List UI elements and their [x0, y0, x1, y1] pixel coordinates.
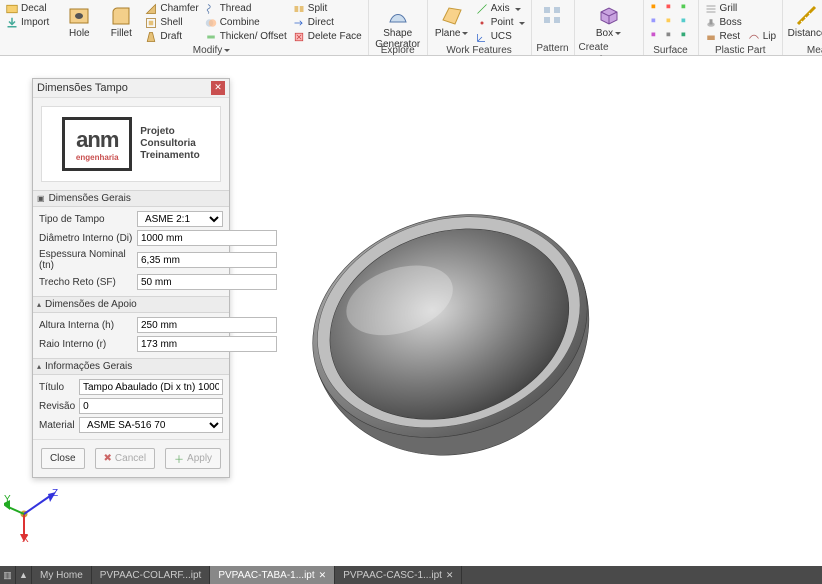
tabs-menu-icon[interactable]: ▥ [0, 566, 16, 584]
tipo-select[interactable]: ASME 2:1 [137, 211, 223, 227]
pattern-cmd[interactable] [536, 2, 570, 30]
svg-text:Z: Z [52, 488, 58, 499]
sf-input[interactable] [137, 274, 277, 290]
surface-cmd-2[interactable] [648, 16, 694, 30]
di-label: Diâmetro Interno (Di) [39, 233, 133, 244]
shell-cmd[interactable]: Shell [143, 16, 200, 30]
r-label: Raio Interno (r) [39, 339, 133, 350]
grill-cmd[interactable]: Grill [703, 2, 744, 16]
dialog-title-text: Dimensões Tampo [37, 82, 128, 94]
surface-cmd-1[interactable] [648, 2, 694, 16]
h-input[interactable] [137, 317, 277, 333]
brand-line: Treinamento [140, 150, 199, 162]
model-dished-head [300, 146, 600, 506]
cancel-button[interactable]: ✖Cancel [95, 448, 156, 469]
di-input[interactable] [137, 230, 277, 246]
import-cmd[interactable]: Import [4, 16, 51, 30]
close-button[interactable]: Close [41, 448, 85, 469]
pattern-label: Pattern [536, 42, 568, 55]
thread-cmd[interactable]: Thread [203, 2, 289, 16]
split-cmd[interactable]: Split [291, 2, 364, 16]
tn-input[interactable] [137, 252, 277, 268]
brand-line: Projeto [140, 126, 199, 138]
svg-text:Y: Y [4, 494, 11, 505]
thicken-cmd[interactable]: Thicken/ Offset [203, 30, 289, 44]
tab-file-1[interactable]: PVPAAC-COLARF...ipt [92, 566, 211, 584]
work-features-group: Plane Axis Point UCS Work Features [428, 0, 532, 55]
svg-text:X: X [22, 534, 29, 544]
axis-triad[interactable]: X Y Z [4, 484, 64, 544]
freeform-group: Box Create Freeform [575, 0, 644, 55]
surface-cmd-3[interactable] [648, 30, 694, 44]
revisao-input[interactable] [79, 398, 223, 414]
titulo-input[interactable] [79, 379, 223, 395]
apply-button[interactable]: ＋Apply [165, 448, 221, 469]
tab-home[interactable]: My Home [32, 566, 92, 584]
plasticpart-group: Grill Boss Rest . . Lip Plastic Part [699, 0, 784, 55]
dimensions-dialog: Dimensões Tampo ✕ anmengenharia Projeto … [32, 78, 230, 478]
material-select[interactable]: ASME SA-516 70 [79, 417, 223, 433]
sf-label: Trecho Reto (SF) [39, 277, 133, 288]
delete-face-cmd[interactable]: Delete Face [291, 30, 364, 44]
lip-cmd[interactable]: Lip [746, 30, 778, 44]
box-cmd[interactable]: Box [579, 2, 639, 41]
explore-group: Shape Generator Explore [369, 0, 428, 55]
material-label: Material [39, 420, 75, 431]
plane-cmd[interactable]: Plane [432, 2, 472, 41]
close-icon[interactable]: ✕ [446, 570, 454, 581]
rest-cmd[interactable]: Rest [703, 30, 744, 44]
tab-file-2[interactable]: PVPAAC-TABA-1...ipt✕ [210, 566, 335, 584]
tab-file-3[interactable]: PVPAAC-CASC-1...ipt✕ [335, 566, 462, 584]
titulo-label: Título [39, 382, 75, 393]
decal-cmd[interactable]: Decal [4, 2, 51, 16]
point-cmd[interactable]: Point [474, 16, 527, 30]
section-general-info[interactable]: ▴Informações Gerais [33, 358, 229, 375]
tn-label: Espessura Nominal (tn) [39, 249, 133, 271]
brand-line: Consultoria [140, 138, 199, 150]
dialog-brand: anmengenharia Projeto Consultoria Treina… [41, 106, 221, 182]
distance-cmd[interactable]: Distance [787, 2, 822, 41]
hole-cmd[interactable]: Hole [59, 2, 99, 41]
direct-cmd[interactable]: Direct [291, 16, 364, 30]
dialog-close-button[interactable]: ✕ [211, 81, 225, 95]
surface-group: Surface [644, 0, 699, 55]
pattern-group: Pattern [532, 0, 575, 55]
brand-logo: anmengenharia [62, 117, 132, 171]
revisao-label: Revisão [39, 401, 75, 412]
tipo-label: Tipo de Tampo [39, 214, 133, 225]
r-input[interactable] [137, 336, 277, 352]
section-support-dims[interactable]: ▴Dimensões de Apoio [33, 296, 229, 313]
ribbon-toolbar: Decal Import Hole Fillet Chamfer Shell D… [0, 0, 822, 56]
fillet-cmd[interactable]: Fillet [101, 2, 141, 41]
boss-cmd[interactable]: Boss [703, 16, 744, 30]
tabs-up-icon[interactable]: ▲ [16, 566, 32, 584]
modify-group: Hole Fillet Chamfer Shell Draft Thread C… [55, 0, 368, 55]
measure-group: Distance Angle Loop Area Measure [783, 0, 822, 55]
document-tabs: ▥ ▲ My Home PVPAAC-COLARF...ipt PVPAAC-T… [0, 566, 822, 584]
close-icon[interactable]: ✕ [319, 570, 327, 581]
ucs-cmd[interactable]: UCS [474, 30, 527, 44]
combine-cmd[interactable]: Combine [203, 16, 289, 30]
draft-cmd[interactable]: Draft [143, 30, 200, 44]
chamfer-cmd[interactable]: Chamfer [143, 2, 200, 16]
axis-cmd[interactable]: Axis [474, 2, 527, 16]
h-label: Altura Interna (h) [39, 320, 133, 331]
section-general-dims[interactable]: ▣Dimensões Gerais [33, 190, 229, 207]
